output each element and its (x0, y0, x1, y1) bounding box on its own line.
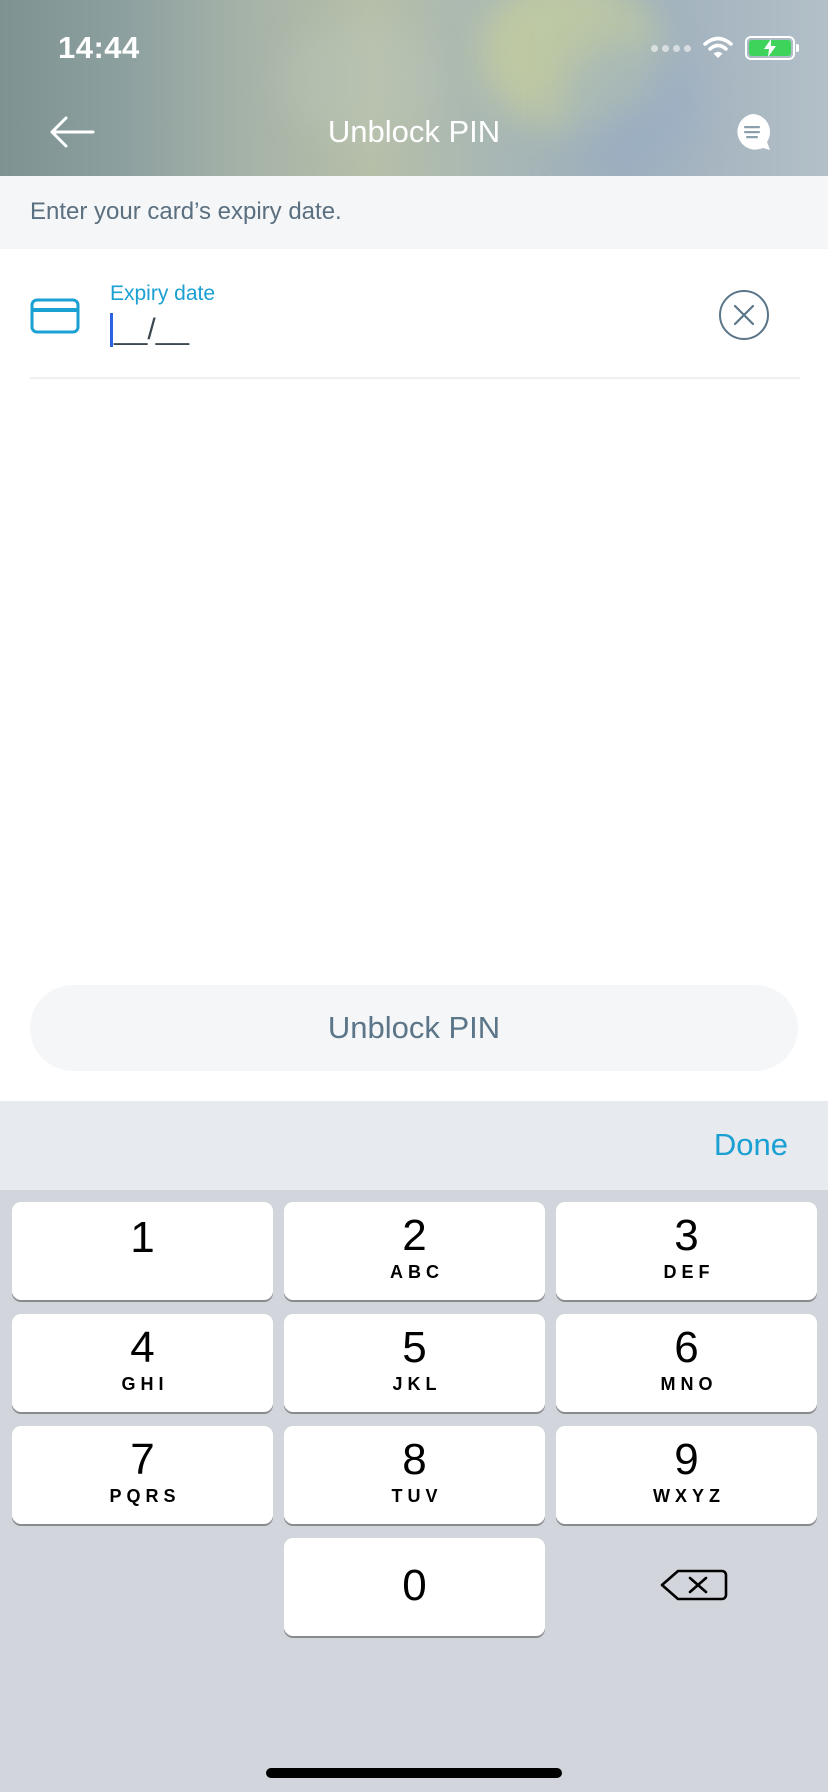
instruction-bar: Enter your card’s expiry date. (0, 176, 828, 249)
key-letters: PQRS (109, 1486, 181, 1506)
key-letters: DEF (663, 1262, 715, 1282)
key-letters: JKL (392, 1374, 442, 1394)
unblock-pin-button[interactable]: Unblock PIN (30, 985, 798, 1071)
key-digit: 9 (674, 1435, 699, 1484)
credit-card-icon (30, 298, 80, 334)
key-5[interactable]: 5 JKL (284, 1314, 545, 1412)
page-title: Unblock PIN (327, 114, 501, 149)
field-underline (30, 377, 800, 379)
key-3[interactable]: 3 DEF (556, 1202, 817, 1300)
chat-bubble-icon[interactable] (730, 110, 774, 154)
text-cursor (110, 313, 113, 347)
key-digit: 3 (674, 1211, 699, 1260)
key-letters: GHI (121, 1374, 169, 1394)
clear-circle-icon[interactable] (718, 289, 770, 341)
key-6[interactable]: 6 MNO (556, 1314, 817, 1412)
status-icons (651, 36, 799, 60)
battery-icon (745, 36, 799, 60)
key-letters: WXYZ (653, 1486, 725, 1506)
app-header: 14:44 Unblock PIN (0, 0, 828, 176)
key-digit: 7 (130, 1435, 155, 1484)
status-time: 14:44 (58, 30, 140, 65)
keyboard-accessory-bar: Done (0, 1101, 828, 1190)
backspace-icon[interactable] (650, 1565, 732, 1605)
key-digit: 4 (130, 1323, 155, 1372)
numeric-keypad: 1 2 ABC 3 DEF 4 GHI 5 JKL 6 MNO 7 PQRS 8… (0, 1190, 828, 1792)
key-letters: TUV (391, 1486, 443, 1506)
key-7[interactable]: 7 PQRS (12, 1426, 273, 1524)
key-4[interactable]: 4 GHI (12, 1314, 273, 1412)
wifi-icon (703, 36, 733, 58)
key-1[interactable]: 1 (12, 1202, 273, 1300)
expiry-field-label: Expiry date (110, 282, 216, 305)
key-9[interactable]: 9 WXYZ (556, 1426, 817, 1524)
key-digit: 1 (130, 1213, 155, 1262)
key-0[interactable]: 0 (284, 1538, 545, 1636)
key-letters: MNO (660, 1374, 718, 1394)
key-digit: 8 (402, 1435, 427, 1484)
home-indicator (266, 1768, 562, 1778)
key-8[interactable]: 8 TUV (284, 1426, 545, 1524)
key-letters: ABC (390, 1262, 444, 1282)
cellular-signal-icon (651, 44, 691, 52)
instruction-text: Enter your card’s expiry date. (30, 198, 342, 225)
key-2[interactable]: 2 ABC (284, 1202, 545, 1300)
key-digit: 2 (402, 1211, 427, 1260)
expiry-date-input[interactable]: __/__ (110, 312, 189, 348)
key-digit: 5 (402, 1323, 427, 1372)
key-digit: 6 (674, 1323, 699, 1372)
key-digit: 0 (402, 1561, 427, 1610)
done-button[interactable]: Done (714, 1127, 788, 1163)
expiry-date-value: __/__ (114, 313, 190, 346)
